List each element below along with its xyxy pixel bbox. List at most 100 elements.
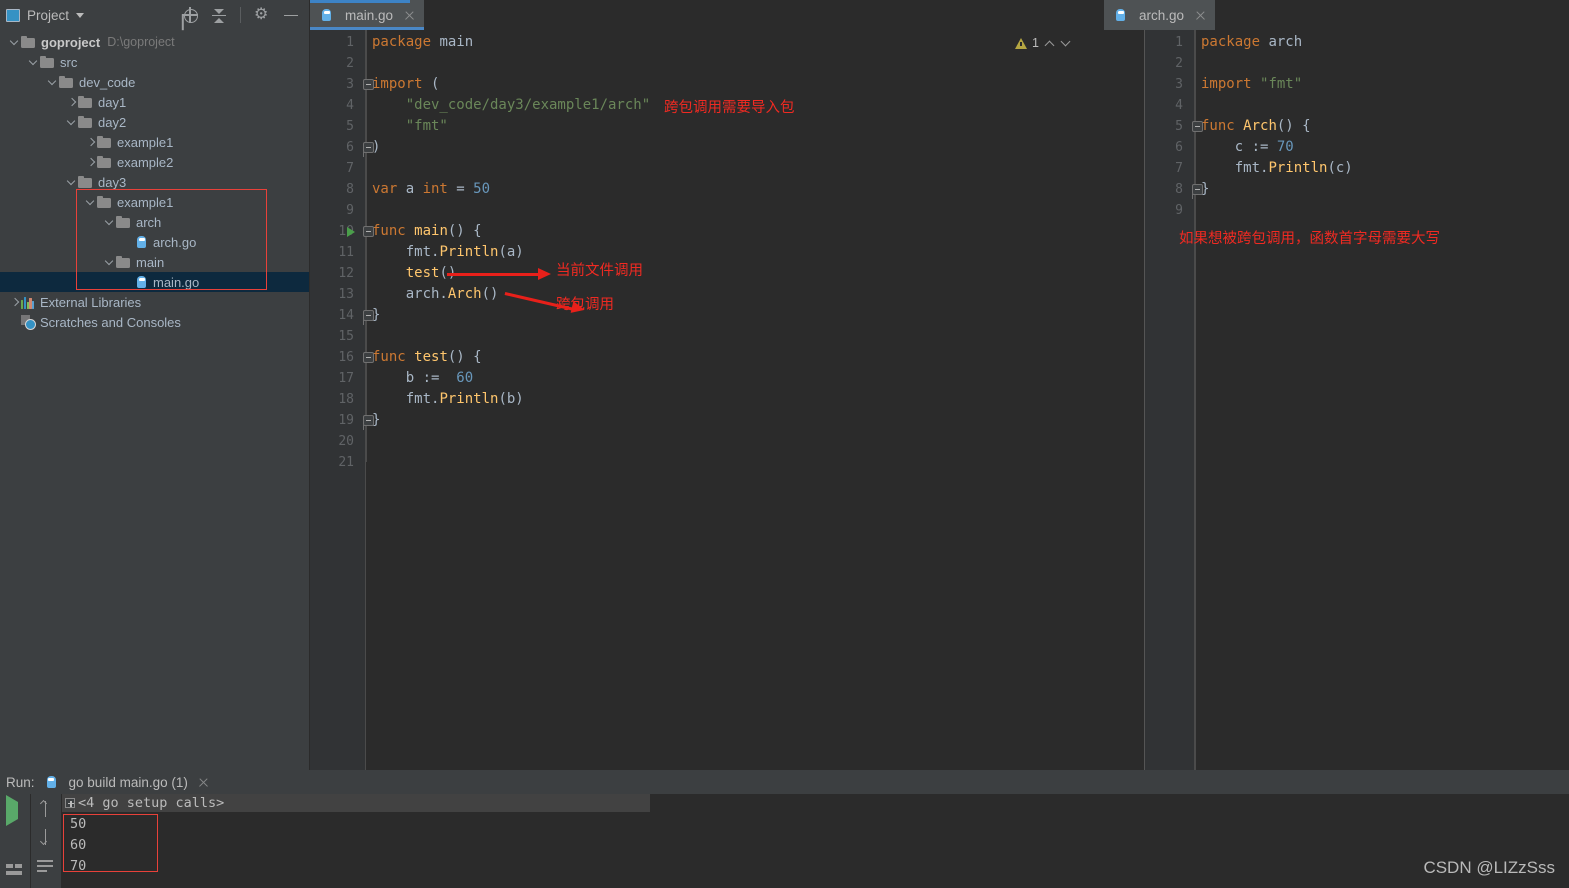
tree-item-dev-code[interactable]: dev_code: [0, 72, 309, 92]
line-number: 4: [1175, 98, 1183, 113]
tab-main-go[interactable]: main.go: [310, 0, 425, 30]
folder-icon: [40, 56, 55, 68]
fold-end-icon[interactable]: [363, 310, 374, 325]
run-console[interactable]: <4 go setup calls> 50 60 70: [0, 794, 1569, 888]
code-token: int: [422, 181, 457, 197]
run-gutter-icon[interactable]: [347, 227, 355, 237]
tree-item-arch-go[interactable]: arch.go: [0, 232, 309, 252]
line-number: 5: [1175, 119, 1183, 134]
watermark: CSDN @LIZzSss: [1423, 858, 1555, 877]
close-icon[interactable]: [1195, 10, 1206, 21]
tree-item-day3[interactable]: day3: [0, 172, 309, 192]
rerun-button[interactable]: [6, 795, 24, 826]
chevron-down-icon[interactable]: [65, 116, 78, 129]
prev-problem-icon[interactable]: [1044, 38, 1055, 49]
code-line: "fmt": [372, 116, 448, 137]
project-title-group[interactable]: Project: [6, 8, 85, 23]
run-panel-header: Run: go build main.go (1): [0, 770, 1569, 794]
hide-panel-icon[interactable]: [283, 7, 299, 23]
tree-item-arch[interactable]: arch: [0, 212, 309, 232]
project-tree: goproject D:\goproject src dev_code day1 day2…: [0, 30, 309, 332]
folder-icon: [116, 256, 131, 268]
tree-item-external-libraries[interactable]: External Libraries: [0, 292, 309, 312]
code-line: var a int = 50: [372, 179, 490, 200]
layout-button[interactable]: [6, 864, 24, 882]
gear-icon[interactable]: [254, 4, 270, 24]
editor-pane-arch-go[interactable]: 1 package arch 2 3 import "fmt" 4 5 func Arch()…: [1144, 30, 1569, 770]
line-number: 8: [1175, 182, 1183, 197]
tree-item-src[interactable]: src: [0, 52, 309, 72]
tree-item-label: arch.go: [153, 234, 197, 250]
chevron-right-icon[interactable]: [8, 296, 21, 309]
close-icon[interactable]: [404, 10, 415, 21]
fold-collapse-icon[interactable]: [363, 226, 374, 237]
chevron-right-icon[interactable]: [65, 96, 78, 109]
tree-item-example2[interactable]: example2: [0, 152, 309, 172]
tree-item-example1[interactable]: example1: [0, 132, 309, 152]
editor-pane-main-go[interactable]: 1 package main 2 3 import (4 "dev_code/day3/…: [310, 30, 1143, 770]
fold-end-icon[interactable]: [363, 142, 374, 157]
soft-wrap-button[interactable]: [37, 860, 55, 878]
tree-item-example1[interactable]: example1: [0, 192, 309, 212]
folder-icon: [116, 216, 131, 228]
tab-arch-go[interactable]: arch.go: [1104, 0, 1216, 30]
tree-item-main[interactable]: main: [0, 252, 309, 272]
code-token: package: [372, 34, 440, 50]
chevron-down-icon[interactable]: [103, 216, 116, 229]
line-number: 6: [346, 140, 354, 155]
tab-label: main.go: [345, 7, 394, 23]
stop-button[interactable]: [7, 832, 25, 850]
indent-guide-left: [366, 30, 367, 462]
inspection-status[interactable]: 1: [1015, 36, 1071, 50]
tree-item-label: Scratches and Consoles: [40, 314, 181, 330]
code-token: fmt.: [1201, 160, 1269, 176]
code-token: main: [414, 223, 448, 239]
line-number: 16: [338, 350, 354, 365]
fold-end-icon[interactable]: [1192, 184, 1203, 199]
scroll-up-button[interactable]: [38, 799, 56, 819]
run-config-tab[interactable]: go build main.go (1): [45, 775, 209, 790]
fold-collapse-icon[interactable]: [1192, 121, 1203, 132]
tree-item-label: day3: [98, 174, 127, 190]
collapse-all-icon[interactable]: [211, 7, 227, 23]
chevron-down-icon[interactable]: [46, 76, 59, 89]
close-icon[interactable]: [198, 777, 209, 788]
fold-end-icon[interactable]: [363, 415, 374, 430]
chevron-down-icon[interactable]: [84, 196, 97, 209]
scroll-down-button[interactable]: [38, 829, 56, 847]
chevron-down-icon[interactable]: [8, 36, 21, 49]
line-number: 6: [1175, 140, 1183, 155]
chevron-down-icon[interactable]: [103, 256, 116, 269]
tree-item-goproject[interactable]: goproject D:\goproject: [0, 32, 309, 52]
code-token: Arch: [1243, 118, 1277, 134]
line-number: 3: [1175, 77, 1183, 92]
chevron-down-icon[interactable]: [76, 12, 85, 18]
code-line: func Arch() {: [1201, 116, 1311, 137]
folder-icon: [78, 176, 93, 188]
code-line: "dev_code/day3/example1/arch": [372, 95, 650, 116]
fold-collapse-icon[interactable]: [363, 79, 374, 90]
line-number: 1: [346, 35, 354, 50]
folder-icon: [59, 76, 74, 88]
tree-item-day1[interactable]: day1: [0, 92, 309, 112]
scratches-icon: [21, 315, 36, 330]
code-token: 60: [447, 370, 474, 386]
chevron-right-icon[interactable]: [84, 136, 97, 149]
code-token: (a): [498, 244, 524, 260]
tree-item-main-go[interactable]: main.go: [0, 272, 309, 292]
line-number: 9: [346, 203, 354, 218]
fold-collapse-icon[interactable]: [363, 352, 374, 363]
go-file-icon: [135, 275, 148, 289]
chevron-down-icon[interactable]: [65, 176, 78, 189]
tree-item-day2[interactable]: day2: [0, 112, 309, 132]
next-problem-icon[interactable]: [1060, 38, 1071, 49]
tree-item-scratches-and-consoles[interactable]: Scratches and Consoles: [0, 312, 309, 332]
chevron-down-icon[interactable]: [27, 56, 40, 69]
line-number: 14: [338, 308, 354, 323]
expand-frames-icon[interactable]: [65, 798, 75, 808]
console-collapsed-line: <4 go setup calls>: [78, 795, 225, 811]
locate-icon[interactable]: [182, 7, 198, 23]
chevron-right-icon[interactable]: [84, 156, 97, 169]
code-line: func main() {: [372, 221, 482, 242]
